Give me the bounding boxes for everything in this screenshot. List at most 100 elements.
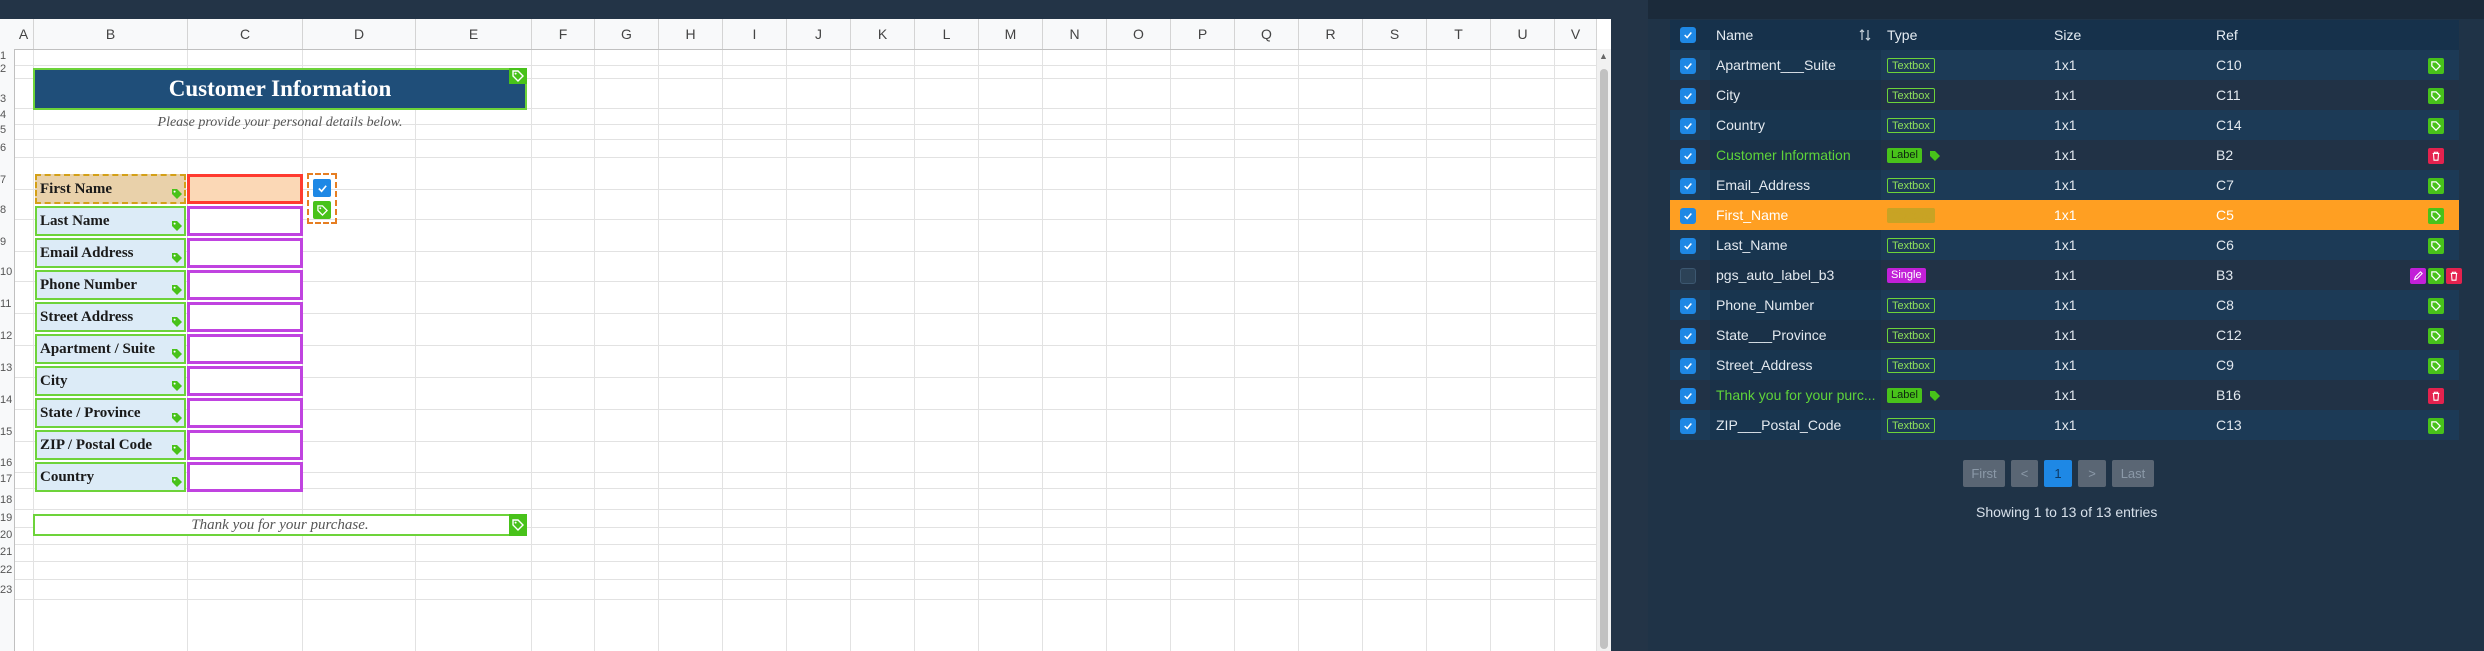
row-checkbox[interactable] [1680, 298, 1696, 314]
row-checkbox[interactable] [1680, 418, 1696, 434]
tag-icon[interactable] [171, 407, 183, 423]
scrollbar-thumb[interactable] [1600, 69, 1608, 649]
field-label[interactable]: Phone Number [35, 270, 186, 300]
column-header-t[interactable]: T [1427, 19, 1491, 49]
form-title[interactable]: Customer Information [33, 68, 527, 110]
field-label[interactable]: State / Province [35, 398, 186, 428]
vertical-scrollbar[interactable]: ▲ [1597, 49, 1611, 651]
next-page-button[interactable]: > [2078, 460, 2106, 487]
row-header-22[interactable]: 22 [0, 563, 14, 577]
field-label[interactable]: Apartment / Suite [35, 334, 186, 364]
tag-icon[interactable] [2428, 88, 2444, 104]
row-header-16[interactable]: 16 [0, 456, 14, 470]
field-input[interactable] [187, 430, 303, 460]
row-checkbox[interactable] [1680, 58, 1696, 74]
tag-icon[interactable] [2428, 178, 2444, 194]
tag-icon[interactable] [2428, 418, 2444, 434]
column-header-q[interactable]: Q [1235, 19, 1299, 49]
column-header-e[interactable]: E [416, 19, 532, 49]
first-page-button[interactable]: First [1963, 460, 2005, 487]
tag-icon[interactable] [313, 201, 331, 219]
tag-icon[interactable] [2428, 118, 2444, 134]
delete-icon[interactable] [2446, 268, 2462, 284]
checkbox-toggle-icon[interactable] [313, 179, 331, 197]
field-input[interactable] [187, 398, 303, 428]
column-header-u[interactable]: U [1491, 19, 1555, 49]
table-row[interactable]: Last_Name Textbox 1x1 C6 [1670, 230, 2459, 260]
field-input[interactable] [187, 174, 303, 204]
row-checkbox[interactable] [1680, 178, 1696, 194]
row-header-13[interactable]: 13 [0, 361, 14, 375]
tag-icon[interactable] [171, 375, 183, 391]
table-row[interactable]: State___Province Textbox 1x1 C12 [1670, 320, 2459, 350]
column-header-b[interactable]: B [34, 19, 188, 49]
row-checkbox[interactable] [1680, 358, 1696, 374]
column-header-j[interactable]: J [787, 19, 851, 49]
table-row[interactable]: Phone_Number Textbox 1x1 C8 [1670, 290, 2459, 320]
row-header-17[interactable]: 17 [0, 472, 14, 486]
table-row[interactable]: Thank you for your purc... Label 1x1 B16 [1670, 380, 2459, 410]
field-input[interactable] [187, 302, 303, 332]
tag-icon[interactable] [2428, 298, 2444, 314]
column-header-h[interactable]: H [659, 19, 723, 49]
column-header-d[interactable]: D [303, 19, 416, 49]
table-row[interactable]: Street_Address Textbox 1x1 C9 [1670, 350, 2459, 380]
tag-icon[interactable] [171, 279, 183, 295]
field-input[interactable] [187, 334, 303, 364]
row-header-2[interactable]: 2 [0, 62, 14, 76]
column-header-r[interactable]: R [1299, 19, 1363, 49]
row-header-15[interactable]: 15 [0, 425, 14, 439]
column-header-a[interactable]: A [14, 19, 34, 49]
table-row[interactable]: Country Textbox 1x1 C14 [1670, 110, 2459, 140]
column-header-l[interactable]: L [915, 19, 979, 49]
column-header-f[interactable]: F [532, 19, 595, 49]
row-header-1[interactable]: 1 [0, 49, 14, 63]
field-label[interactable]: Email Address [35, 238, 186, 268]
row-header-9[interactable]: 9 [0, 235, 14, 249]
select-all-checkbox[interactable] [1680, 27, 1696, 43]
column-header-name[interactable]: Name [1716, 20, 1753, 50]
tag-icon[interactable] [2428, 238, 2444, 254]
column-header-g[interactable]: G [595, 19, 659, 49]
column-header-i[interactable]: I [723, 19, 787, 49]
field-label[interactable]: Street Address [35, 302, 186, 332]
row-header-3[interactable]: 3 [0, 92, 14, 106]
table-row[interactable]: Apartment___Suite Textbox 1x1 C10 [1670, 50, 2459, 80]
row-header-20[interactable]: 20 [0, 528, 14, 542]
last-page-button[interactable]: Last [2112, 460, 2154, 487]
table-row[interactable]: First_Name Textbox 1x1 C5 [1670, 200, 2459, 230]
row-header-18[interactable]: 18 [0, 493, 14, 507]
tag-icon[interactable] [2428, 358, 2444, 374]
column-header-k[interactable]: K [851, 19, 915, 49]
delete-icon[interactable] [2428, 148, 2444, 164]
row-header-11[interactable]: 11 [0, 297, 14, 311]
table-row[interactable]: Email_Address Textbox 1x1 C7 [1670, 170, 2459, 200]
column-header-s[interactable]: S [1363, 19, 1427, 49]
column-header-v[interactable]: V [1555, 19, 1597, 49]
field-label[interactable]: City [35, 366, 186, 396]
edit-icon[interactable] [2410, 268, 2426, 284]
table-row[interactable]: pgs_auto_label_b3 Single 1x1 B3 [1670, 260, 2462, 290]
tag-icon[interactable] [171, 311, 183, 327]
row-header-4[interactable]: 4 [0, 108, 14, 122]
tag-icon[interactable] [171, 439, 183, 455]
field-input[interactable] [187, 238, 303, 268]
table-row[interactable]: ZIP___Postal_Code Textbox 1x1 C13 [1670, 410, 2459, 440]
tag-icon[interactable] [171, 471, 183, 487]
tag-icon[interactable] [171, 343, 183, 359]
field-input[interactable] [187, 270, 303, 300]
tag-icon[interactable] [171, 183, 183, 199]
row-checkbox[interactable] [1680, 148, 1696, 164]
tag-icon[interactable] [2428, 268, 2444, 284]
column-header-n[interactable]: N [1043, 19, 1107, 49]
form-footer[interactable]: Thank you for your purchase. [33, 514, 527, 536]
tag-icon[interactable] [2428, 328, 2444, 344]
column-header-type[interactable]: Type [1887, 20, 1917, 50]
row-checkbox[interactable] [1680, 388, 1696, 404]
field-label[interactable]: First Name [35, 174, 186, 204]
row-header-5[interactable]: 5 [0, 123, 14, 137]
row-header-6[interactable]: 6 [0, 141, 14, 155]
column-header-ref[interactable]: Ref [2216, 20, 2238, 50]
scroll-up-icon[interactable]: ▲ [1599, 51, 1608, 61]
field-input[interactable] [187, 366, 303, 396]
